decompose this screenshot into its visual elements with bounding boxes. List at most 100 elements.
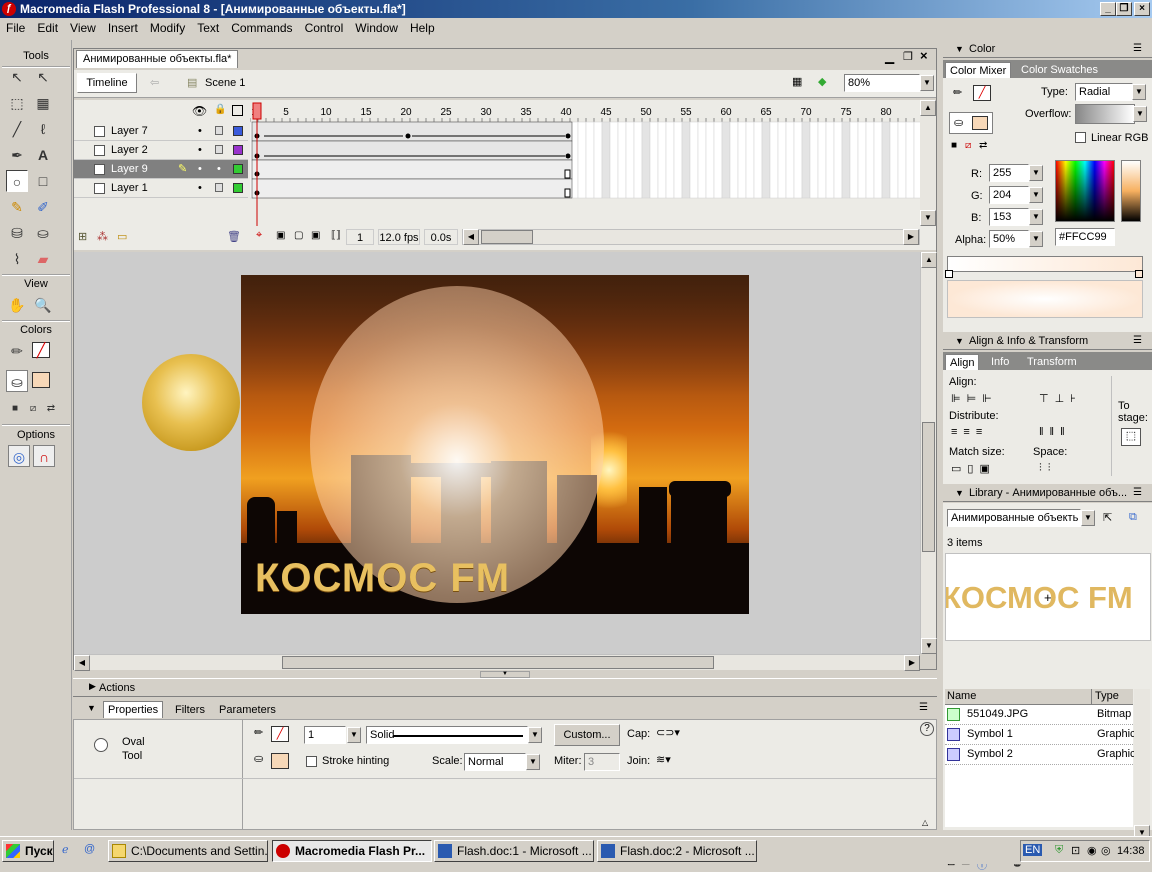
stroke-style-arrow[interactable]: ▼ bbox=[528, 727, 542, 743]
menu-help[interactable]: Help bbox=[404, 18, 441, 35]
alpha-input[interactable]: 50% bbox=[989, 230, 1029, 248]
tray-icon[interactable]: ⛨ bbox=[1055, 844, 1063, 857]
fill-color-icon[interactable]: ⛀ bbox=[6, 370, 28, 392]
layer-color-swatch[interactable] bbox=[233, 145, 243, 155]
frame-cell[interactable] bbox=[585, 121, 595, 199]
col-name[interactable]: Name bbox=[947, 690, 976, 702]
library-vscroll[interactable]: ▼ bbox=[1134, 689, 1150, 841]
scroll-thumb[interactable] bbox=[282, 656, 714, 669]
stroke-hinting-checkbox[interactable] bbox=[306, 756, 317, 767]
align-vertical-icons[interactable]: ⊤⊥⊦ bbox=[1039, 392, 1082, 405]
layer-color-swatch[interactable] bbox=[233, 183, 243, 193]
frame-cell[interactable] bbox=[745, 121, 755, 199]
tab-info[interactable]: Info bbox=[987, 354, 1013, 370]
type-select[interactable]: Radial bbox=[1075, 83, 1133, 101]
layer-row[interactable]: Layer 2 • bbox=[74, 141, 248, 160]
task-word-2[interactable]: Flash.doc:2 - Microsoft ... bbox=[597, 840, 757, 862]
space-icons[interactable]: ⫶⫶ bbox=[1039, 462, 1057, 475]
layer-row[interactable]: Layer 7 • bbox=[74, 122, 248, 141]
frame-cell[interactable] bbox=[905, 121, 915, 199]
green-input[interactable]: 204 bbox=[989, 186, 1029, 204]
red-input[interactable]: 255 bbox=[989, 164, 1029, 182]
pencil-tool-icon[interactable]: ✎ bbox=[6, 196, 28, 218]
new-library-icon[interactable]: ⧉ bbox=[1129, 511, 1137, 524]
list-item[interactable]: 551049.JPG Bitmap bbox=[945, 705, 1133, 725]
frame-cell[interactable] bbox=[681, 121, 691, 199]
frame-cell[interactable] bbox=[753, 121, 763, 199]
layer-row[interactable]: Layer 1 • bbox=[74, 179, 248, 198]
no-color-icon[interactable]: ⧄ bbox=[965, 140, 971, 151]
frame-cell[interactable] bbox=[897, 121, 907, 199]
stroke-color-icon[interactable]: ✏ bbox=[6, 340, 28, 362]
pin-library-icon[interactable]: ⇱ bbox=[1103, 511, 1112, 524]
lock-icon[interactable] bbox=[215, 126, 223, 135]
layer-color-swatch[interactable] bbox=[233, 126, 243, 136]
lock-icon[interactable]: 🔒 bbox=[214, 104, 226, 115]
library-panel-header[interactable]: ▼ Library - Анимированные объ... ☰ bbox=[943, 484, 1152, 502]
blue-arrow[interactable]: ▼ bbox=[1029, 209, 1043, 225]
lock-icon[interactable] bbox=[215, 183, 223, 192]
scroll-up-arrow[interactable]: ▲ bbox=[920, 100, 936, 116]
frame-cell[interactable] bbox=[849, 121, 859, 199]
col-type[interactable]: Type bbox=[1095, 690, 1119, 702]
object-drawing-icon[interactable]: ◎ bbox=[8, 445, 30, 467]
snap-magnet-icon[interactable]: ∩ bbox=[33, 445, 55, 467]
frame-cell[interactable] bbox=[809, 121, 819, 199]
distribute-vertical-icons[interactable]: ≡≡≡ bbox=[951, 426, 988, 438]
timeline-hscroll[interactable]: ◀ ▶ bbox=[462, 229, 920, 245]
frame-cell[interactable] bbox=[881, 121, 891, 199]
swap-colors-icon[interactable]: ⇄ bbox=[40, 398, 62, 420]
stroke-height-input[interactable]: 1 bbox=[304, 726, 346, 744]
expand-arrow-icon[interactable]: ▶ bbox=[89, 681, 96, 692]
lasso-tool-icon[interactable]: ℓ bbox=[32, 118, 54, 140]
type-arrow[interactable]: ▼ bbox=[1132, 84, 1146, 100]
menu-insert[interactable]: Insert bbox=[102, 18, 144, 35]
zoom-select[interactable]: 80% bbox=[844, 74, 920, 92]
frame-cell[interactable] bbox=[689, 121, 699, 199]
scroll-down-arrow[interactable]: ▼ bbox=[920, 210, 936, 226]
tab-color-swatches[interactable]: Color Swatches bbox=[1017, 62, 1102, 78]
frame-cell[interactable] bbox=[641, 121, 651, 199]
linear-rgb-checkbox[interactable] bbox=[1075, 132, 1086, 143]
paint-bucket-icon[interactable]: ⛀ bbox=[32, 222, 54, 244]
green-arrow[interactable]: ▼ bbox=[1029, 187, 1043, 203]
subselect-tool-icon[interactable]: ↖ bbox=[32, 66, 54, 88]
task-word-1[interactable]: Flash.doc:1 - Microsoft ... bbox=[434, 840, 594, 862]
scroll-thumb[interactable] bbox=[922, 422, 935, 552]
frame-cell[interactable] bbox=[657, 121, 667, 199]
frames-grid[interactable]: 15101520253035404550556065707580 bbox=[249, 100, 923, 226]
scroll-down-arrow[interactable]: ▼ bbox=[921, 638, 937, 654]
menu-modify[interactable]: Modify bbox=[144, 18, 191, 35]
join-select[interactable]: ≋▾ bbox=[656, 753, 671, 766]
timeline-vscroll[interactable]: ▲ ▼ bbox=[920, 100, 936, 226]
stroke-color-swatch[interactable]: ╱ bbox=[271, 726, 289, 742]
text-tool-icon[interactable]: A bbox=[32, 144, 54, 166]
black-white-icon[interactable]: ■ bbox=[951, 140, 957, 151]
task-flash[interactable]: Macromedia Flash Pr... bbox=[272, 840, 432, 862]
motion-guide-icon[interactable]: ⁂ bbox=[97, 230, 108, 243]
panel-options-icon[interactable]: ☰ bbox=[1133, 40, 1142, 58]
doc-restore-icon[interactable]: ❐ bbox=[903, 50, 913, 63]
minimize-button[interactable]: _ bbox=[1100, 2, 1116, 16]
distribute-horizontal-icons[interactable]: ‖‖‖ bbox=[1039, 426, 1071, 438]
restore-button[interactable]: ❐ bbox=[1116, 2, 1132, 16]
onion-markers-icon[interactable]: ⟦⟧ bbox=[331, 230, 341, 241]
frame-cell[interactable] bbox=[625, 121, 635, 199]
lock-dot[interactable]: • bbox=[217, 160, 221, 179]
volume-icon[interactable]: ◉ bbox=[1087, 844, 1097, 857]
close-button[interactable]: × bbox=[1134, 2, 1150, 16]
edit-symbols-icon[interactable]: ◆ bbox=[818, 75, 826, 88]
gradient-pointer-left[interactable] bbox=[945, 270, 953, 278]
line-tool-icon[interactable]: ╱ bbox=[6, 118, 28, 140]
overflow-select[interactable] bbox=[1075, 104, 1135, 124]
expand-arrow-icon[interactable]: △ bbox=[922, 818, 928, 827]
frame-cell[interactable] bbox=[721, 121, 731, 199]
scale-arrow[interactable]: ▼ bbox=[526, 754, 540, 770]
task-explorer[interactable]: C:\Documents and Settin... bbox=[108, 840, 268, 862]
scroll-left-arrow[interactable]: ◀ bbox=[463, 229, 479, 245]
help-icon[interactable]: ? bbox=[920, 722, 934, 736]
outline-icon[interactable] bbox=[232, 105, 243, 116]
fill-button[interactable]: ⛀ bbox=[949, 112, 993, 134]
trash-icon[interactable]: 🗑 bbox=[227, 230, 241, 243]
miter-input[interactable]: 3 bbox=[584, 753, 620, 771]
